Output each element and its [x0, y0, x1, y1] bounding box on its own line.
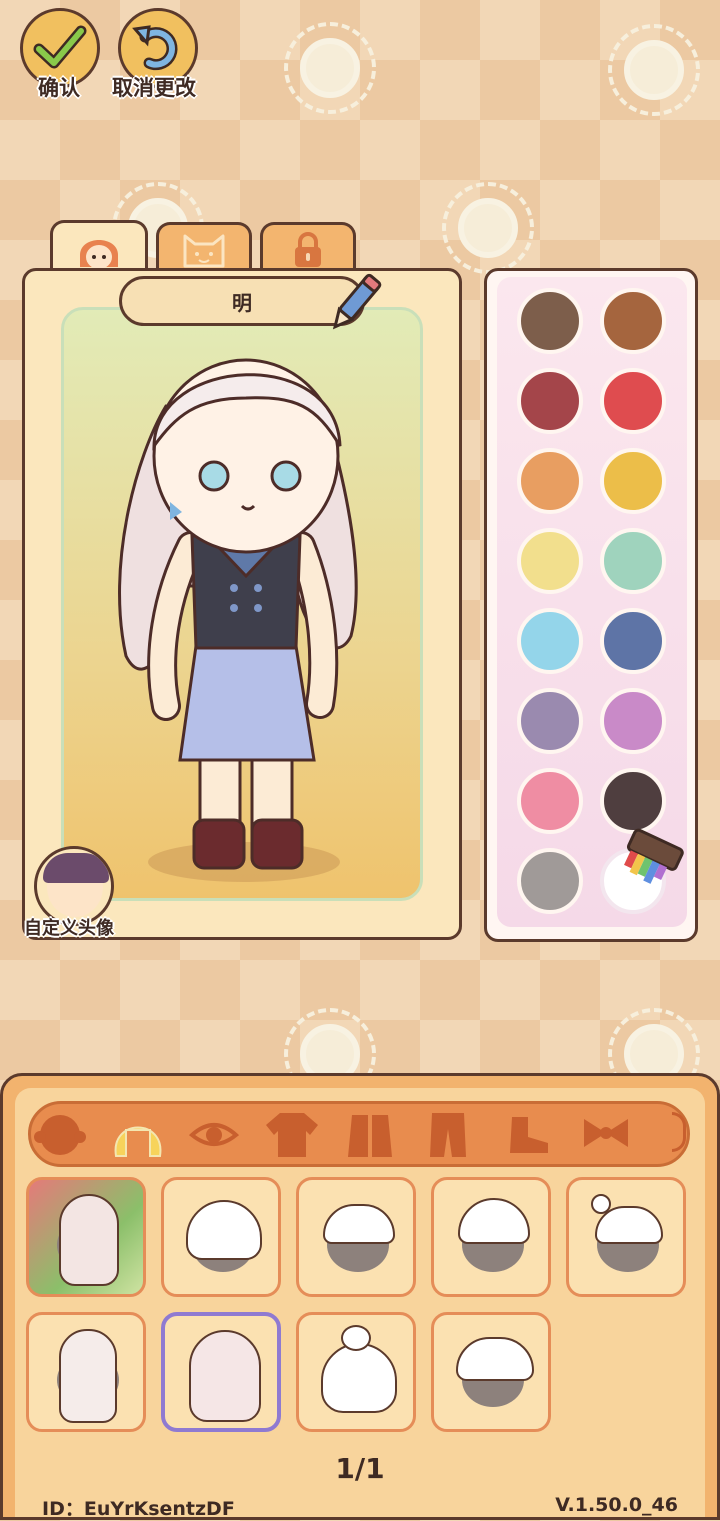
- hair-option-9[interactable]: [431, 1312, 551, 1432]
- preview-hair: [323, 1204, 395, 1244]
- color-swatch-13[interactable]: [517, 768, 583, 834]
- sun-decoration: [608, 24, 700, 116]
- player-id: ID：EuYrKsentzDF: [42, 1498, 235, 1520]
- shirt-icon: [266, 1113, 318, 1157]
- category-shoes[interactable]: [498, 1106, 558, 1162]
- hair-option-6[interactable]: [26, 1312, 146, 1432]
- color-swatch-7[interactable]: [517, 528, 583, 594]
- category-eyes[interactable]: [184, 1106, 244, 1162]
- hair-icon: [114, 1126, 162, 1157]
- version-label: V.1.50.0_46: [555, 1494, 678, 1516]
- preview-hair: [59, 1194, 119, 1286]
- sun-decoration: [442, 182, 534, 274]
- color-swatch-6[interactable]: [600, 448, 666, 514]
- hair-option-4[interactable]: [431, 1177, 551, 1297]
- tab-pet[interactable]: [156, 222, 252, 274]
- hair-option-5[interactable]: [566, 1177, 686, 1297]
- tab-locked[interactable]: [260, 222, 356, 274]
- color-swatch-3[interactable]: [517, 368, 583, 434]
- cat-face-icon: [183, 234, 225, 267]
- undo-icon: [132, 25, 178, 71]
- hair-option-8[interactable]: [296, 1312, 416, 1432]
- custom-avatar-label: 自定义头像: [24, 918, 114, 939]
- category-tops[interactable]: [262, 1106, 322, 1162]
- character-name: 明: [232, 290, 252, 315]
- color-swatch-9[interactable]: [517, 608, 583, 674]
- category-hair[interactable]: [108, 1106, 168, 1162]
- color-swatch-12[interactable]: [600, 688, 666, 754]
- color-swatch-11[interactable]: [517, 688, 583, 754]
- sun-decoration: [284, 22, 376, 114]
- category-accessories[interactable]: [576, 1106, 636, 1162]
- bow-icon: [584, 1119, 628, 1147]
- color-swatch-4[interactable]: [600, 368, 666, 434]
- avatar-face-icon: [80, 239, 118, 269]
- hair-option-1[interactable]: [26, 1177, 146, 1297]
- category-bottoms[interactable]: [418, 1106, 478, 1162]
- preview-hair: [321, 1343, 397, 1413]
- edit-name-pencil-icon[interactable]: [326, 270, 384, 336]
- avatar-hair: [43, 853, 109, 883]
- preview-hair: [59, 1329, 117, 1423]
- color-swatch-1[interactable]: [517, 288, 583, 354]
- checkmark-icon: [33, 25, 87, 69]
- preview-hair: [458, 1198, 530, 1244]
- preview-hair: [189, 1330, 261, 1422]
- hair-option-7-selected[interactable]: [161, 1312, 281, 1432]
- preview-hair-bun: [591, 1194, 611, 1214]
- color-swatch-8[interactable]: [600, 528, 666, 594]
- hair-option-2[interactable]: [161, 1177, 281, 1297]
- shoe-icon: [510, 1117, 548, 1153]
- color-swatch-15[interactable]: [517, 848, 583, 914]
- preview-hair: [456, 1337, 534, 1381]
- lock-icon: [295, 231, 321, 267]
- character-figure: [118, 358, 358, 882]
- preview-hair-bun: [341, 1325, 371, 1351]
- page-indicator: 1/1: [335, 1452, 385, 1485]
- cancel-changes-label: 取消更改: [112, 76, 196, 100]
- color-swatch-2[interactable]: [600, 288, 666, 354]
- confirm-label: 确认: [38, 76, 80, 100]
- hair-option-3[interactable]: [296, 1177, 416, 1297]
- category-outerwear[interactable]: [340, 1106, 400, 1162]
- eye-icon: [188, 1123, 240, 1146]
- head-icon: [34, 1115, 86, 1155]
- custom-color-picker-icon[interactable]: [616, 824, 688, 890]
- pants-icon: [430, 1113, 466, 1157]
- color-swatch-5[interactable]: [517, 448, 583, 514]
- color-swatch-10[interactable]: [600, 608, 666, 674]
- coat-icon: [348, 1115, 392, 1157]
- category-head[interactable]: [30, 1106, 90, 1162]
- preview-hair: [186, 1200, 262, 1260]
